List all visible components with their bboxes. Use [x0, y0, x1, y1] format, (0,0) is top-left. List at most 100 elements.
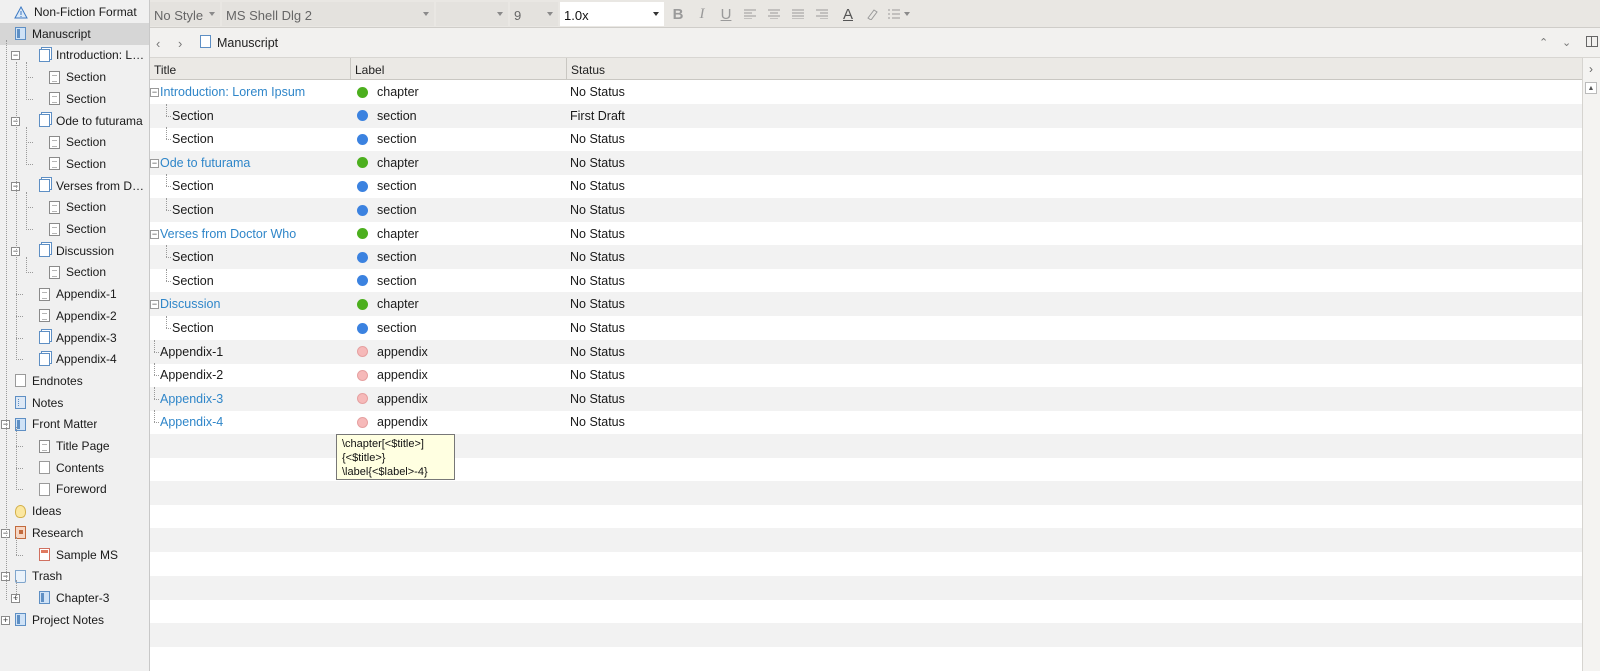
- row-title[interactable]: Appendix-1: [160, 345, 223, 359]
- label-cell[interactable]: section: [357, 198, 562, 222]
- row-status[interactable]: No Status: [570, 250, 625, 264]
- binder-item[interactable]: Section: [0, 88, 149, 110]
- binder-item[interactable]: Research: [0, 522, 149, 544]
- row-title[interactable]: Section: [172, 109, 214, 123]
- binder-item[interactable]: Introduction: Lorem Ipsum: [0, 44, 149, 66]
- collapse-toggle-icon[interactable]: −: [11, 51, 20, 61]
- scroll-up-arrow-icon[interactable]: ▲: [1585, 82, 1597, 94]
- outliner-row[interactable]: Section section First Draft: [150, 103, 1582, 128]
- column-header-title[interactable]: Title: [150, 58, 351, 80]
- underline-icon[interactable]: U: [716, 4, 736, 24]
- label-cell[interactable]: appendix: [357, 410, 562, 434]
- outliner-row[interactable]: Appendix-3 appendix No Status: [150, 386, 1582, 411]
- outliner-row[interactable]: Section section No Status: [150, 127, 1582, 151]
- outliner-row[interactable]: Introduction: Lorem Ipsum − chapter No Stat…: [150, 80, 1582, 104]
- outliner-row[interactable]: Appendix-4 appendix No Status: [150, 410, 1582, 434]
- split-editor-icon[interactable]: [1586, 36, 1598, 47]
- binder-item[interactable]: Manuscript: [0, 22, 149, 45]
- bold-icon[interactable]: B: [668, 4, 688, 24]
- row-title[interactable]: Verses from Doctor Who: [160, 227, 296, 241]
- outliner-row[interactable]: Section section No Status: [150, 245, 1582, 270]
- outliner-row[interactable]: Ode to futurama − chapter No Status: [150, 150, 1582, 175]
- row-status[interactable]: First Draft: [570, 109, 625, 123]
- column-header-label[interactable]: Label: [351, 58, 567, 80]
- row-title[interactable]: Appendix-2: [160, 368, 223, 382]
- outliner-row[interactable]: Appendix-2 appendix No Status: [150, 363, 1582, 387]
- collapse-toggle-icon[interactable]: −: [150, 88, 159, 97]
- outliner-row[interactable]: Verses from Doctor Who − chapter No Status: [150, 222, 1582, 246]
- row-status[interactable]: No Status: [570, 227, 625, 241]
- binder-item[interactable]: Front Matter: [0, 413, 149, 435]
- label-cell[interactable]: section: [357, 174, 562, 198]
- font-variant-select[interactable]: [436, 2, 508, 26]
- outliner-row[interactable]: Section section No Status: [150, 174, 1582, 198]
- row-title[interactable]: Appendix-3: [160, 392, 223, 406]
- outliner-row[interactable]: Section section No Status: [150, 316, 1582, 340]
- align-right-icon[interactable]: [812, 4, 832, 24]
- label-cell[interactable]: chapter: [357, 292, 562, 316]
- row-status[interactable]: No Status: [570, 85, 625, 99]
- back-arrow-icon[interactable]: ‹: [156, 36, 160, 51]
- align-center-icon[interactable]: [764, 4, 784, 24]
- highlight-icon[interactable]: [862, 4, 882, 24]
- binder-item[interactable]: Ode to futurama: [0, 110, 149, 132]
- binder-item[interactable]: Project Notes: [0, 609, 149, 631]
- label-cell[interactable]: appendix: [357, 387, 562, 411]
- row-status[interactable]: No Status: [570, 203, 625, 217]
- label-cell[interactable]: chapter: [357, 222, 562, 246]
- label-cell[interactable]: section: [357, 269, 562, 293]
- label-cell[interactable]: appendix: [357, 363, 562, 387]
- outliner-row[interactable]: Discussion − chapter No Status: [150, 292, 1582, 317]
- outliner-row[interactable]: Section section No Status: [150, 268, 1582, 293]
- row-status[interactable]: No Status: [570, 132, 625, 146]
- row-status[interactable]: No Status: [570, 321, 625, 335]
- binder-item[interactable]: Section: [0, 261, 149, 283]
- collapse-toggle-icon[interactable]: −: [150, 158, 159, 168]
- row-status[interactable]: No Status: [570, 345, 625, 359]
- style-select[interactable]: No Style: [150, 2, 220, 26]
- collapse-toggle-icon[interactable]: −: [150, 300, 159, 310]
- binder-item[interactable]: Section: [0, 196, 149, 218]
- binder-item[interactable]: Non-Fiction Format: [0, 1, 149, 23]
- row-title[interactable]: Section: [172, 203, 214, 217]
- row-title[interactable]: Appendix-4: [160, 415, 223, 429]
- outliner-row[interactable]: Appendix-1 appendix No Status: [150, 339, 1582, 364]
- binder-item[interactable]: Section: [0, 66, 149, 88]
- chevron-right-icon[interactable]: ›: [1582, 58, 1600, 80]
- binder-item[interactable]: Endnotes: [0, 370, 149, 392]
- row-status[interactable]: No Status: [570, 156, 625, 170]
- line-spacing-select[interactable]: 1.0x: [560, 2, 664, 26]
- row-title[interactable]: Section: [172, 132, 214, 146]
- label-cell[interactable]: section: [357, 104, 562, 128]
- chevron-up-icon[interactable]: ⌃: [1539, 36, 1548, 49]
- binder-item[interactable]: Notes: [0, 392, 149, 414]
- binder-item[interactable]: Section: [0, 131, 149, 153]
- label-cell[interactable]: chapter: [357, 151, 562, 175]
- binder-item[interactable]: Ideas: [0, 500, 149, 522]
- font-select[interactable]: MS Shell Dlg 2: [222, 2, 434, 26]
- row-title[interactable]: Discussion: [160, 297, 220, 311]
- row-title[interactable]: Introduction: Lorem Ipsum: [160, 85, 305, 99]
- document-title[interactable]: Manuscript: [217, 36, 278, 50]
- binder-item[interactable]: Discussion: [0, 240, 149, 262]
- column-header-status[interactable]: Status: [567, 58, 1582, 80]
- align-left-icon[interactable]: [740, 4, 760, 24]
- binder-item[interactable]: Trash: [0, 565, 149, 587]
- row-status[interactable]: No Status: [570, 297, 625, 311]
- chevron-down-icon[interactable]: ⌄: [1562, 36, 1571, 49]
- expand-toggle-icon[interactable]: +: [1, 615, 10, 625]
- row-status[interactable]: No Status: [570, 274, 625, 288]
- text-color-icon[interactable]: A: [838, 4, 858, 24]
- row-title[interactable]: Section: [172, 274, 214, 288]
- label-cell[interactable]: appendix: [357, 340, 562, 364]
- row-title[interactable]: Section: [172, 250, 214, 264]
- forward-arrow-icon[interactable]: ›: [178, 36, 182, 51]
- row-status[interactable]: No Status: [570, 392, 625, 406]
- label-cell[interactable]: chapter: [357, 80, 562, 104]
- row-status[interactable]: No Status: [570, 368, 625, 382]
- row-status[interactable]: No Status: [570, 179, 625, 193]
- row-title[interactable]: Section: [172, 179, 214, 193]
- row-title[interactable]: Section: [172, 321, 214, 335]
- collapse-toggle-icon[interactable]: −: [150, 229, 159, 239]
- outliner-row[interactable]: Section section No Status: [150, 198, 1582, 222]
